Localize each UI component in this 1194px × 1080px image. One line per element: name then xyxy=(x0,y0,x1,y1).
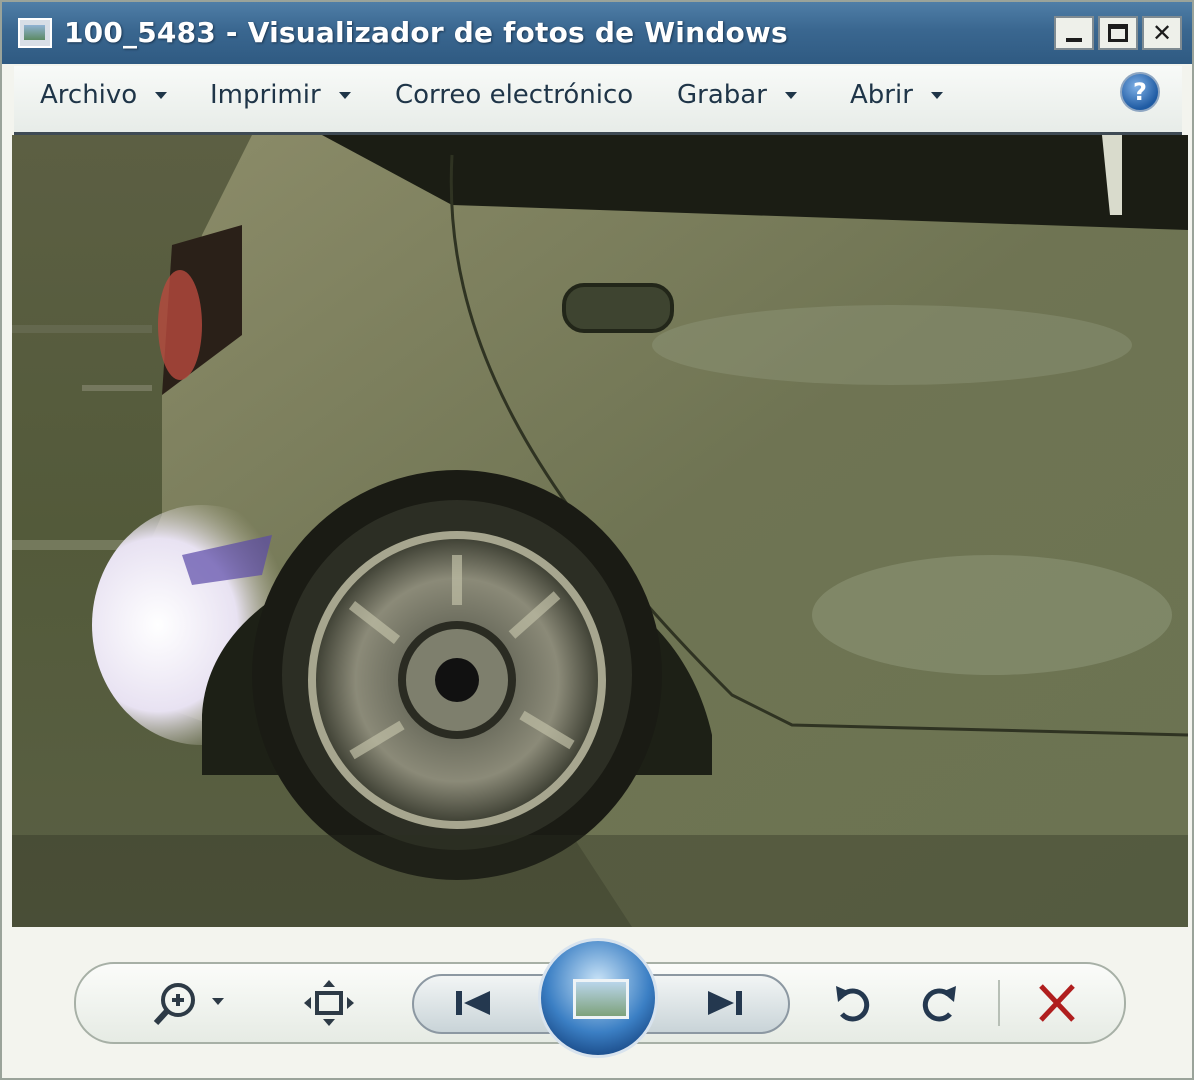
rotate-left-icon xyxy=(836,986,870,1022)
maximize-icon xyxy=(1108,24,1128,42)
menu-grabar[interactable]: Grabar xyxy=(677,80,797,110)
help-icon[interactable]: ? xyxy=(1120,72,1160,112)
chevron-down-icon xyxy=(930,91,943,99)
app-icon xyxy=(18,18,52,48)
photo-display[interactable] xyxy=(12,135,1188,927)
car-photo xyxy=(12,135,1188,927)
photo-viewer-window: 100_5483 - Visualizador de fotos de Wind… xyxy=(0,0,1194,1080)
next-icon xyxy=(708,991,742,1015)
slideshow-icon xyxy=(573,979,629,1019)
menu-archivo-label: Archivo xyxy=(40,80,138,110)
previous-button[interactable] xyxy=(446,982,502,1024)
menu-grabar-label: Grabar xyxy=(677,80,767,110)
menu-imprimir-label: Imprimir xyxy=(210,80,321,110)
rotate-left-button[interactable] xyxy=(828,980,878,1026)
zoom-icon xyxy=(153,983,224,1026)
minimize-icon xyxy=(1066,38,1082,42)
close-icon: ✕ xyxy=(1151,19,1173,47)
chevron-down-icon xyxy=(338,91,351,99)
control-bar xyxy=(74,938,1126,1058)
close-button[interactable]: ✕ xyxy=(1142,16,1182,50)
delete-icon xyxy=(1039,984,1075,1022)
fit-window-icon xyxy=(304,980,354,1026)
delete-button[interactable] xyxy=(1032,982,1082,1024)
minimize-button[interactable] xyxy=(1054,16,1094,50)
zoom-button[interactable] xyxy=(150,980,236,1026)
menu-bar: Archivo Imprimir Correo electrónico Grab… xyxy=(14,66,1182,135)
chevron-down-icon xyxy=(155,91,168,99)
menu-correo-label: Correo electrónico xyxy=(395,80,634,110)
menu-correo[interactable]: Correo electrónico xyxy=(395,80,633,110)
rotate-right-button[interactable] xyxy=(914,980,964,1026)
rotate-right-icon xyxy=(922,986,956,1022)
slideshow-button[interactable] xyxy=(538,938,658,1058)
window-title: 100_5483 - Visualizador de fotos de Wind… xyxy=(64,16,788,49)
chevron-down-icon xyxy=(784,91,797,99)
previous-icon xyxy=(456,991,490,1015)
menu-imprimir[interactable]: Imprimir xyxy=(210,80,351,110)
maximize-button[interactable] xyxy=(1098,16,1138,50)
title-bar[interactable]: 100_5483 - Visualizador de fotos de Wind… xyxy=(2,2,1192,64)
toolbar-separator xyxy=(998,980,1000,1026)
menu-abrir[interactable]: Abrir xyxy=(850,80,943,110)
next-button[interactable] xyxy=(696,982,752,1024)
menu-abrir-label: Abrir xyxy=(850,80,913,110)
window-controls: ✕ xyxy=(1054,16,1182,50)
fit-window-button[interactable] xyxy=(302,978,356,1028)
menu-archivo[interactable]: Archivo xyxy=(40,80,168,110)
